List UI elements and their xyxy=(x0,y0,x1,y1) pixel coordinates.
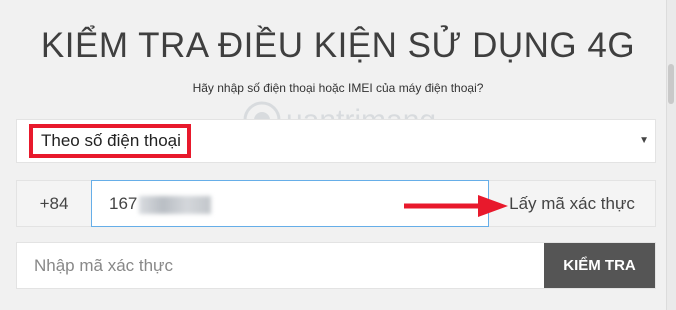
dropdown-arrow-icon: ▼ xyxy=(639,135,649,146)
blurred-digits xyxy=(139,195,212,214)
page-title: KIỂM TRA ĐIỀU KIỆN SỬ DỤNG 4G xyxy=(40,26,636,65)
country-code-prefix: +84 xyxy=(39,194,69,213)
red-arrow-annotation xyxy=(404,195,508,217)
phone-row: +84 167 Lấy mã xác thực xyxy=(16,180,656,227)
verification-code-input[interactable] xyxy=(17,243,544,288)
phone-number-value: 167 xyxy=(109,194,138,213)
selected-lookup-type: Theo số điện thoại xyxy=(29,124,191,158)
verification-row: KIỂM TRA xyxy=(16,242,656,289)
lookup-type-select[interactable]: Theo số điện thoại ▼ xyxy=(16,119,656,163)
get-code-button[interactable]: Lấy mã xác thực xyxy=(489,181,655,226)
check-button[interactable]: KIỂM TRA xyxy=(544,243,655,288)
page-subtitle: Hãy nhập số điện thoại hoặc IMEI của máy… xyxy=(192,81,484,95)
